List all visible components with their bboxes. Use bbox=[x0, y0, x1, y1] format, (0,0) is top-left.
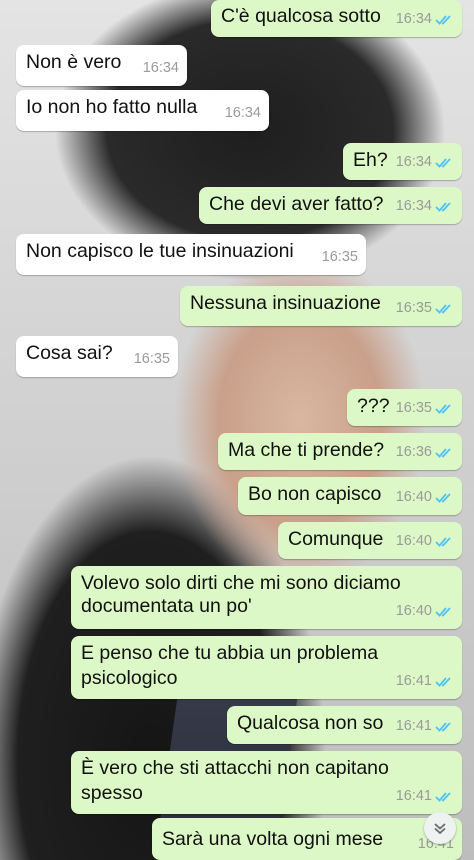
message-meta: 16:35 bbox=[396, 396, 454, 420]
message-outgoing[interactable]: Che devi aver fatto? 16:34 bbox=[199, 187, 462, 224]
message-outgoing[interactable]: Comunque 16:40 bbox=[278, 522, 462, 559]
message-text: Volevo solo dirti che mi sono diciamo bbox=[81, 572, 401, 594]
message-meta: 16:40 bbox=[396, 485, 454, 509]
message-outgoing[interactable]: È vero che sti attacchi non capitano spe… bbox=[71, 751, 462, 814]
message-meta: 16:41 bbox=[396, 714, 454, 738]
message-time: 16:34 bbox=[142, 60, 179, 76]
message-incoming[interactable]: Io non ho fatto nulla 16:34 bbox=[16, 90, 269, 131]
double-check-icon bbox=[435, 721, 451, 732]
message-meta: 16:40 bbox=[396, 529, 454, 553]
message-outgoing[interactable]: Nessuna insinuazione 16:35 bbox=[180, 286, 462, 326]
message-text: Bo non capisco bbox=[248, 483, 382, 505]
double-check-icon bbox=[435, 536, 451, 547]
message-text: Cosa sai? bbox=[26, 342, 113, 364]
message-time: 16:40 bbox=[395, 603, 432, 619]
double-check-icon bbox=[435, 447, 451, 458]
message-time: 16:34 bbox=[224, 105, 261, 121]
double-check-icon bbox=[435, 201, 451, 212]
message-time: 16:34 bbox=[395, 11, 432, 27]
message-time: 16:36 bbox=[395, 444, 432, 460]
message-text: Eh? bbox=[353, 149, 388, 171]
message-meta: 16:41 bbox=[396, 669, 454, 693]
message-meta: 16:35 bbox=[396, 296, 454, 320]
message-time: 16:40 bbox=[395, 533, 432, 549]
message-time: 16:41 bbox=[395, 788, 432, 804]
message-text-line2: documentata un po' bbox=[81, 595, 252, 617]
message-time: 16:35 bbox=[133, 351, 170, 367]
double-check-icon bbox=[435, 403, 451, 414]
message-incoming[interactable]: Non capisco le tue insinuazioni 16:35 bbox=[16, 234, 366, 275]
message-outgoing[interactable]: Ma che ti prende? 16:36 bbox=[218, 433, 462, 470]
message-time: 16:34 bbox=[395, 198, 432, 214]
message-text: C'è qualcosa sotto bbox=[221, 5, 381, 27]
message-time: 16:35 bbox=[395, 400, 432, 416]
message-meta: 16:34 bbox=[225, 101, 261, 125]
message-outgoing[interactable]: Qualcosa non so 16:41 bbox=[227, 706, 462, 744]
message-meta: 16:41 bbox=[396, 784, 454, 808]
message-meta: 16:35 bbox=[134, 347, 170, 371]
message-text: È vero che sti attacchi non capitano bbox=[81, 757, 389, 779]
message-text-line2: psicologico bbox=[81, 667, 178, 689]
message-outgoing[interactable]: E penso che tu abbia un problema psicolo… bbox=[71, 636, 462, 699]
message-text: Non è vero bbox=[26, 51, 122, 73]
message-text: Sarà una volta ogni mese bbox=[162, 828, 384, 850]
message-text: Qualcosa non so bbox=[237, 712, 384, 734]
double-check-icon bbox=[435, 157, 451, 168]
message-outgoing[interactable]: C'è qualcosa sotto 16:34 bbox=[211, 0, 462, 37]
double-check-icon bbox=[435, 676, 451, 687]
message-incoming[interactable]: Cosa sai? 16:35 bbox=[16, 336, 178, 377]
message-text: Comunque bbox=[288, 528, 384, 550]
double-check-icon bbox=[435, 606, 451, 617]
double-check-icon bbox=[435, 791, 451, 802]
message-outgoing[interactable]: ??? 16:35 bbox=[347, 389, 462, 426]
message-outgoing[interactable]: Bo non capisco 16:40 bbox=[238, 477, 462, 515]
message-time: 16:35 bbox=[395, 300, 432, 316]
message-time: 16:41 bbox=[395, 718, 432, 734]
message-text: Non capisco le tue insinuazioni bbox=[26, 240, 294, 262]
message-outgoing[interactable]: Eh? 16:34 bbox=[343, 143, 462, 180]
message-meta: 16:34 bbox=[143, 56, 179, 80]
message-meta: 16:34 bbox=[396, 7, 454, 31]
message-outgoing[interactable]: Sarà una volta ogni mese 16:41 bbox=[152, 818, 462, 860]
message-time: 16:41 bbox=[395, 673, 432, 689]
message-text: Nessuna insinuazione bbox=[190, 292, 381, 314]
message-text: Io non ho fatto nulla bbox=[26, 96, 198, 118]
message-time: 16:34 bbox=[395, 154, 432, 170]
message-text: Che devi aver fatto? bbox=[209, 193, 384, 215]
double-check-icon bbox=[435, 14, 451, 25]
message-meta: 16:35 bbox=[322, 245, 358, 269]
message-outgoing[interactable]: Volevo solo dirti che mi sono diciamo do… bbox=[71, 566, 462, 629]
double-check-icon bbox=[435, 303, 451, 314]
message-text: ??? bbox=[357, 395, 390, 417]
scroll-to-bottom-button[interactable] bbox=[424, 812, 456, 844]
message-meta: 16:34 bbox=[396, 150, 454, 174]
message-text: Ma che ti prende? bbox=[228, 439, 385, 461]
message-incoming[interactable]: Non è vero 16:34 bbox=[16, 45, 187, 86]
message-time: 16:35 bbox=[321, 249, 358, 265]
message-meta: 16:36 bbox=[396, 440, 454, 464]
message-time: 16:40 bbox=[395, 489, 432, 505]
message-text-line2: spesso bbox=[81, 782, 143, 804]
chevron-down-icon bbox=[434, 823, 446, 835]
double-check-icon bbox=[435, 492, 451, 503]
message-text: E penso che tu abbia un problema bbox=[81, 642, 379, 664]
message-meta: 16:40 bbox=[396, 599, 454, 623]
message-meta: 16:34 bbox=[396, 194, 454, 218]
